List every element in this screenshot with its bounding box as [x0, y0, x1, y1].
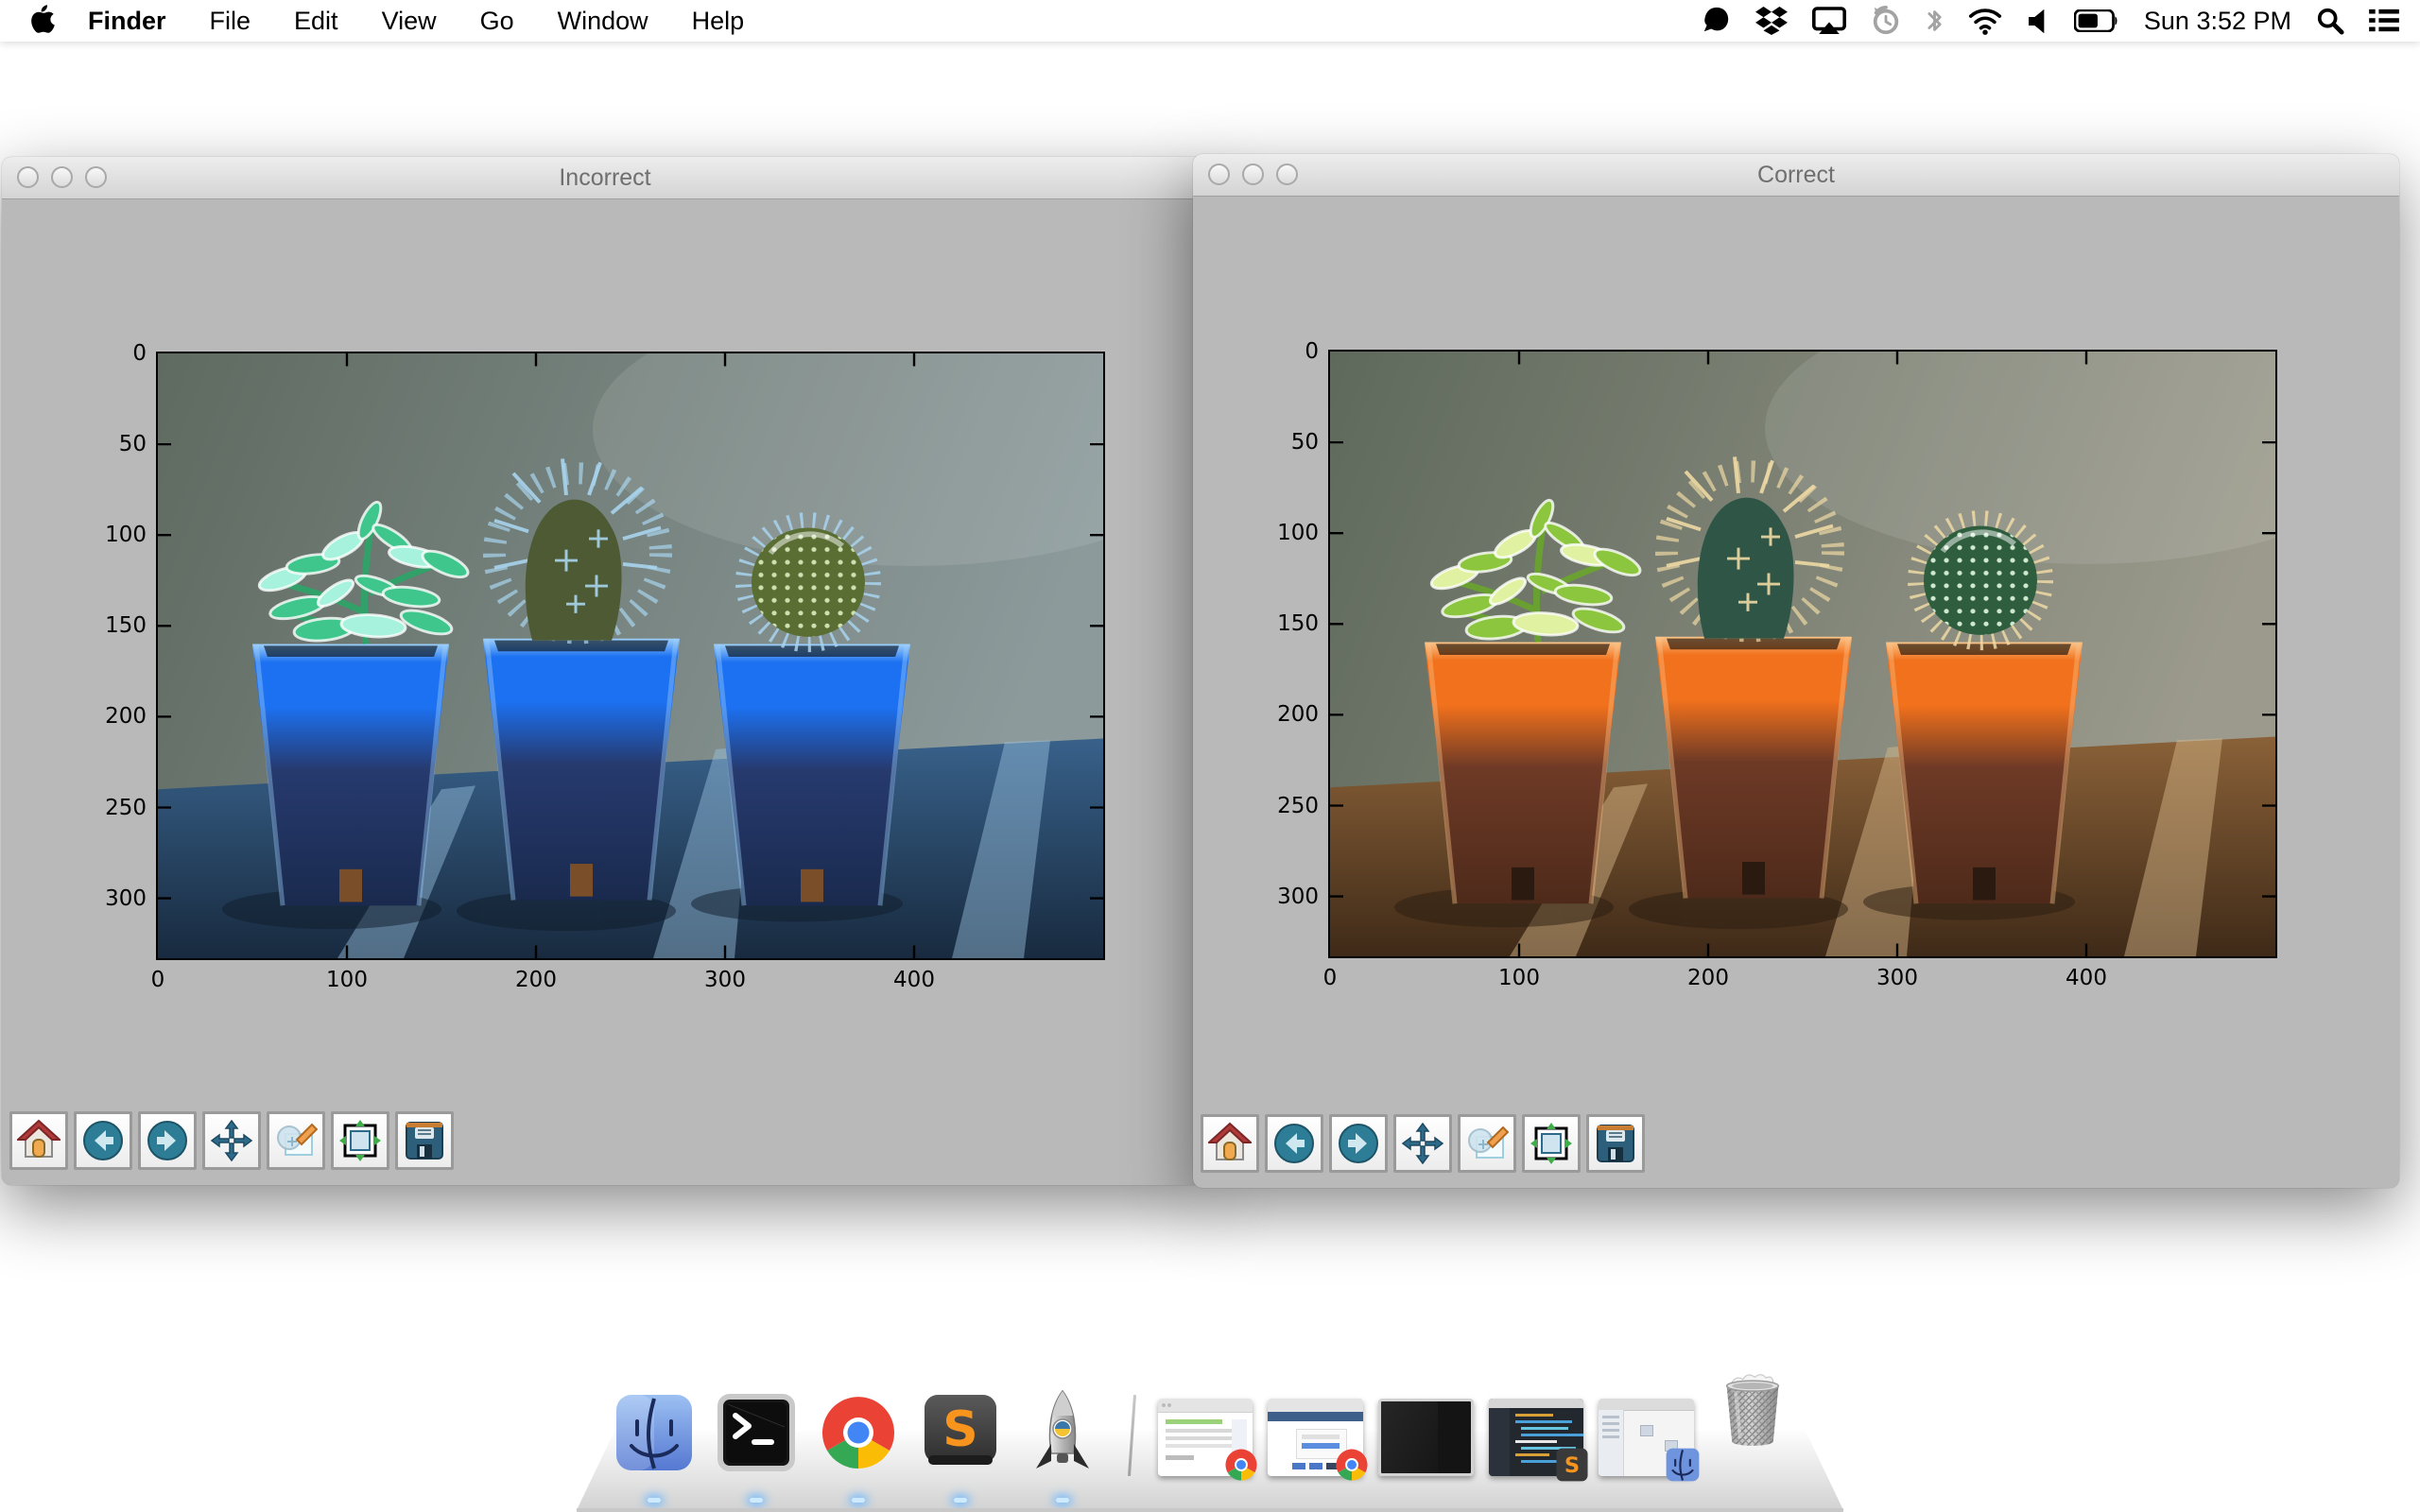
xtick-label: 0 — [1323, 966, 1338, 990]
dropbox-icon[interactable] — [1755, 5, 1788, 37]
sublime-s-glyph: S — [1564, 1453, 1580, 1478]
pan-button[interactable] — [202, 1111, 261, 1170]
ytick-label: 150 — [105, 613, 147, 638]
running-indicator — [648, 1498, 661, 1503]
minimized-finder-window[interactable] — [1599, 1399, 1694, 1476]
menu-view[interactable]: View — [360, 0, 458, 42]
menu-file[interactable]: File — [188, 0, 273, 42]
xtick-label: 300 — [704, 968, 746, 992]
ytick-label: 0 — [1305, 339, 1319, 364]
chrome-badge-icon — [1222, 1446, 1260, 1484]
ytick-label: 150 — [1277, 611, 1319, 636]
save-button[interactable] — [1586, 1114, 1645, 1173]
desktop: Finder File Edit View Go Window Help — [0, 0, 2420, 1512]
ytick-label: 300 — [1277, 885, 1319, 909]
zoom-to-rect-button[interactable] — [267, 1111, 325, 1170]
running-indicator — [852, 1498, 865, 1503]
xtick-label: 200 — [515, 968, 557, 992]
figure-window-correct: Correct — [1193, 154, 2399, 1188]
battery-icon[interactable] — [2074, 5, 2119, 37]
time-machine-icon[interactable] — [1871, 5, 1901, 37]
spotlight-icon[interactable] — [2316, 5, 2344, 37]
bluetooth-icon[interactable] — [1926, 5, 1944, 37]
minimized-chrome-window-2[interactable] — [1268, 1399, 1363, 1476]
dock-python-rocket-icon[interactable] — [1019, 1389, 1106, 1476]
running-indicator — [1056, 1498, 1069, 1503]
window-title: Correct — [1193, 154, 2399, 196]
wifi-icon[interactable] — [1968, 5, 2002, 37]
xtick-label: 100 — [1498, 966, 1540, 990]
plot-axes-incorrect: 0 50 100 150 200 250 300 0 100 200 300 4… — [156, 352, 1105, 960]
xtick-label: 0 — [151, 968, 165, 992]
back-button[interactable] — [1265, 1114, 1323, 1173]
minimized-chrome-window-1[interactable] — [1158, 1399, 1253, 1476]
ytick-label: 250 — [1277, 794, 1319, 818]
configure-subplots-button[interactable] — [331, 1111, 389, 1170]
home-button[interactable] — [1201, 1114, 1259, 1173]
xtick-label: 100 — [326, 968, 368, 992]
menu-bar: Finder File Edit View Go Window Help — [0, 0, 2420, 42]
xtick-label: 400 — [893, 968, 935, 992]
airplay-display-icon[interactable] — [1812, 5, 1846, 37]
ytick-label: 200 — [1277, 702, 1319, 727]
ytick-label: 200 — [105, 704, 147, 729]
dock-front-edge — [577, 1508, 1843, 1512]
save-button[interactable] — [395, 1111, 454, 1170]
xtick-label: 300 — [1876, 966, 1918, 990]
dock-sublime-text-icon[interactable]: S — [917, 1389, 1004, 1476]
dock-finder-icon[interactable] — [611, 1389, 698, 1476]
plot-axes-correct: 0 50 100 150 200 250 300 0 100 200 300 4… — [1328, 350, 2277, 958]
chrome-badge-icon — [1333, 1446, 1371, 1484]
dock-divider — [1128, 1395, 1136, 1476]
forward-button[interactable] — [138, 1111, 197, 1170]
notification-list-icon[interactable] — [2369, 5, 2399, 37]
apple-menu-icon[interactable] — [26, 2, 59, 40]
dock-terminal-icon[interactable] — [713, 1389, 800, 1476]
menu-help[interactable]: Help — [670, 0, 767, 42]
home-button[interactable] — [9, 1111, 68, 1170]
minimized-dark-terminal-window[interactable] — [1378, 1399, 1474, 1476]
forward-button[interactable] — [1329, 1114, 1388, 1173]
menu-finder[interactable]: Finder — [66, 0, 188, 42]
chat-bubble-icon[interactable] — [1701, 5, 1731, 37]
window-title: Incorrect — [2, 157, 1208, 198]
configure-subplots-button[interactable] — [1522, 1114, 1581, 1173]
menu-go[interactable]: Go — [458, 0, 536, 42]
ytick-label: 50 — [1291, 430, 1319, 455]
finder-badge-icon — [1664, 1446, 1702, 1484]
ytick-label: 100 — [105, 523, 147, 547]
menu-edit[interactable]: Edit — [272, 0, 360, 42]
ytick-label: 100 — [1277, 521, 1319, 545]
running-indicator — [954, 1498, 967, 1503]
rgb-image — [1330, 352, 2275, 956]
menu-clock[interactable]: Sun 3:52 PM — [2144, 7, 2291, 36]
ytick-label: 0 — [132, 341, 147, 366]
ytick-label: 50 — [119, 432, 147, 456]
volume-icon[interactable] — [2027, 5, 2049, 37]
dock: S — [577, 1351, 1843, 1512]
bgr-image — [158, 353, 1103, 958]
pan-button[interactable] — [1393, 1114, 1452, 1173]
titlebar[interactable]: Correct — [1193, 154, 2399, 197]
dock-chrome-icon[interactable] — [815, 1389, 902, 1476]
mpl-toolbar — [1201, 1114, 1645, 1173]
ytick-label: 300 — [105, 886, 147, 911]
running-indicator — [750, 1498, 763, 1503]
minimized-sublime-code-window[interactable]: S — [1489, 1399, 1584, 1476]
sublime-badge-icon: S — [1553, 1446, 1591, 1484]
sublime-s-glyph: S — [942, 1401, 977, 1458]
ytick-label: 250 — [105, 796, 147, 820]
back-button[interactable] — [74, 1111, 132, 1170]
figure-window-incorrect: Incorrect — [2, 157, 1208, 1185]
xtick-label: 200 — [1687, 966, 1729, 990]
menu-window[interactable]: Window — [536, 0, 670, 42]
dock-trash-icon[interactable] — [1709, 1365, 1809, 1476]
xtick-label: 400 — [2066, 966, 2107, 990]
zoom-to-rect-button[interactable] — [1458, 1114, 1516, 1173]
titlebar[interactable]: Incorrect — [2, 157, 1208, 199]
mpl-toolbar — [9, 1111, 454, 1170]
